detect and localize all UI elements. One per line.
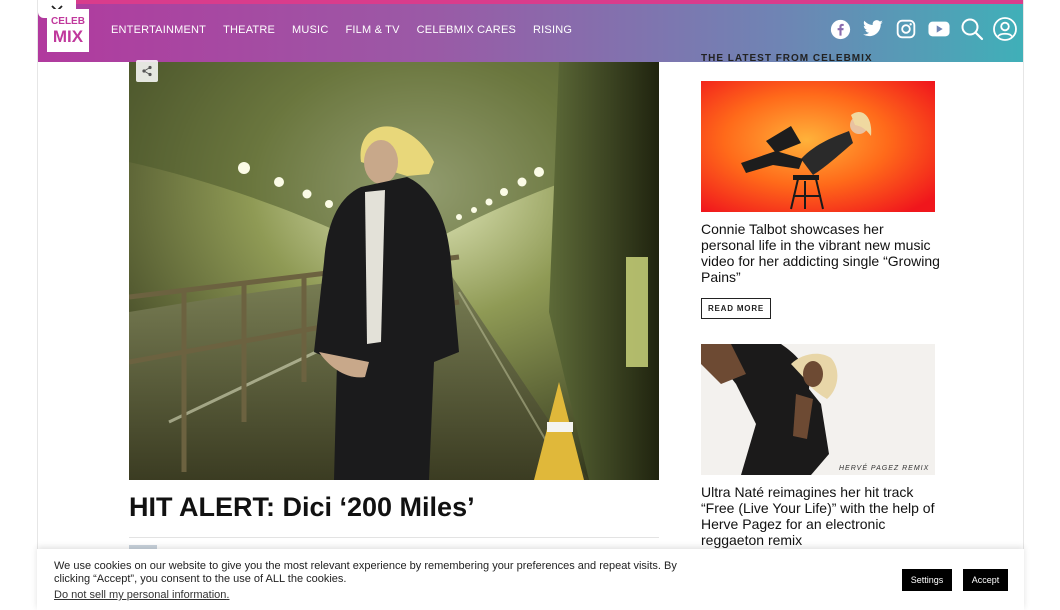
facebook-icon[interactable] bbox=[828, 17, 852, 41]
article-headline: HIT ALERT: Dici ‘200 Miles’ bbox=[129, 492, 475, 522]
headline-divider bbox=[129, 537, 659, 538]
do-not-sell-link-row: Do not sell my personal information. bbox=[54, 589, 229, 601]
nav-music[interactable]: MUSIC bbox=[292, 24, 328, 36]
celebmix-logo[interactable]: CELEB MIX bbox=[47, 9, 89, 52]
share-button[interactable] bbox=[136, 60, 158, 82]
instagram-icon[interactable] bbox=[894, 17, 918, 41]
nav-film-tv[interactable]: FILM & TV bbox=[345, 24, 399, 36]
cookie-message: We use cookies on our website to give yo… bbox=[54, 560, 677, 585]
cookie-banner: We use cookies on our website to give yo… bbox=[37, 549, 1024, 610]
card-image-caption: HERVÉ PAGEZ REMIX bbox=[839, 463, 929, 472]
card-image-connie-talbot[interactable] bbox=[701, 81, 935, 212]
logo-text-top: CELEB bbox=[51, 15, 85, 27]
nav-theatre[interactable]: THEATRE bbox=[223, 24, 275, 36]
nav-entertainment[interactable]: ENTERTAINMENT bbox=[111, 24, 206, 36]
header-accent-line bbox=[38, 0, 1023, 4]
share-icon bbox=[142, 65, 152, 77]
logo-text-bottom: MIX bbox=[52, 26, 84, 46]
read-more-button[interactable]: READ MORE bbox=[701, 298, 771, 319]
twitter-icon[interactable] bbox=[861, 17, 885, 41]
article-hero-image bbox=[129, 62, 659, 480]
cookie-settings-button[interactable]: Settings bbox=[902, 569, 952, 591]
youtube-icon[interactable] bbox=[927, 17, 951, 41]
do-not-sell-link[interactable]: Do not sell my personal information bbox=[54, 589, 226, 601]
cookie-accept-button[interactable]: Accept bbox=[963, 569, 1008, 591]
sidebar-heading: THE LATEST FROM CELEBMIX bbox=[701, 53, 873, 64]
nav-celebmix-cares[interactable]: CELEBMIX CARES bbox=[417, 24, 516, 36]
nav-rising[interactable]: RISING bbox=[533, 24, 572, 36]
card-image-ultra-nate[interactable]: HERVÉ PAGEZ REMIX bbox=[701, 344, 935, 475]
do-not-sell-link-suffix: . bbox=[226, 589, 230, 601]
card-title-ultra-nate[interactable]: Ultra Naté reimagines her hit track “Fre… bbox=[701, 484, 941, 548]
main-nav: ENTERTAINMENT THEATRE MUSIC FILM & TV CE… bbox=[111, 24, 589, 36]
site-header: CELEB MIX ENTERTAINMENT THEATRE MUSIC FI… bbox=[38, 0, 1023, 62]
search-icon[interactable] bbox=[960, 17, 984, 41]
page-frame: CELEB MIX ENTERTAINMENT THEATRE MUSIC FI… bbox=[37, 0, 1024, 610]
user-icon[interactable] bbox=[993, 17, 1017, 41]
card-title-connie-talbot[interactable]: Connie Talbot showcases her personal lif… bbox=[701, 221, 941, 285]
header-icons bbox=[819, 17, 1017, 41]
